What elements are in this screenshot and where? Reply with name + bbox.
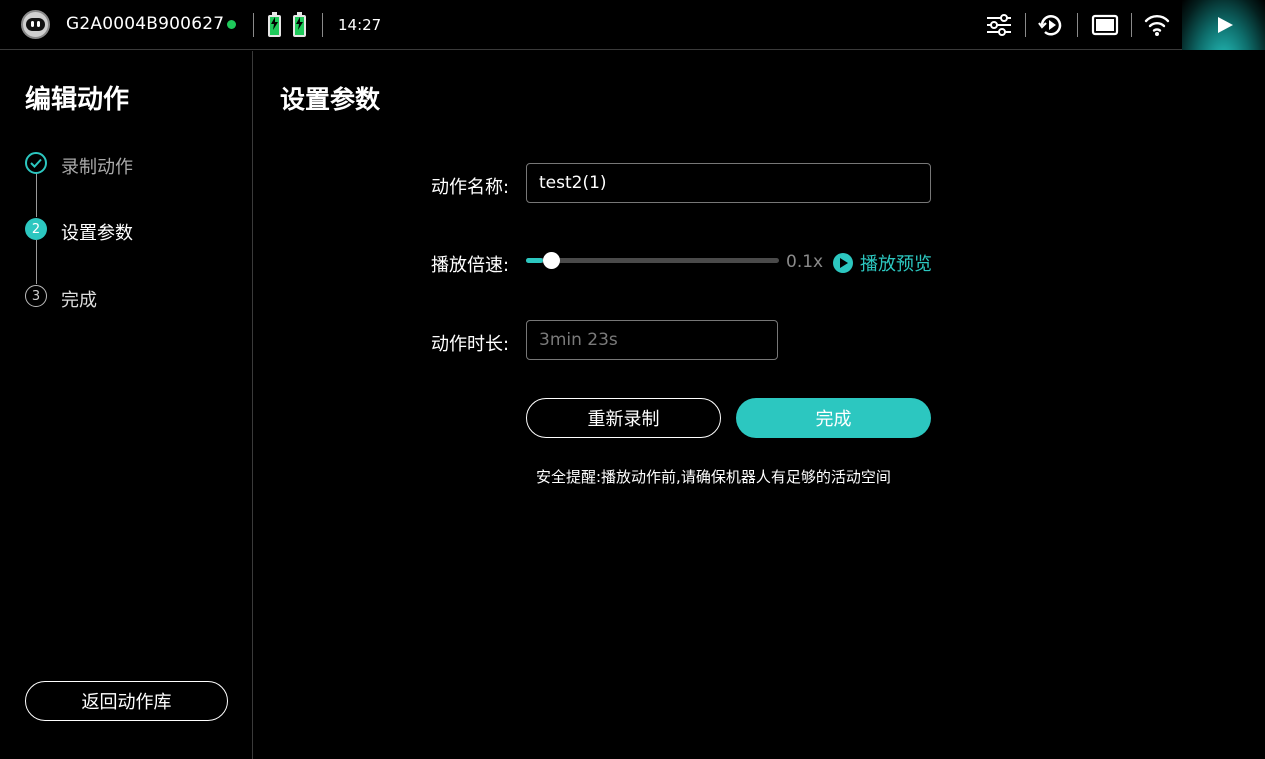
- clock: 14:27: [338, 16, 382, 34]
- play-preview-label: 播放预览: [860, 254, 932, 275]
- sidebar: 编辑动作 录制动作 2 设置参数 3 完成 返回动作库: [0, 51, 253, 759]
- action-duration-label: 动作时长:: [431, 334, 510, 355]
- divider: [1131, 13, 1132, 37]
- rerecord-button[interactable]: 重新录制: [526, 398, 721, 438]
- action-duration-field: [526, 320, 778, 360]
- online-status-dot: [227, 20, 236, 29]
- device-id: G2A0004B900627: [66, 14, 225, 34]
- status-bar: G2A0004B900627 14:27: [0, 0, 1265, 50]
- step-number-active: 2: [25, 218, 47, 240]
- divider: [1025, 13, 1026, 37]
- battery-charging-icon: [293, 12, 306, 37]
- step-label-params: 设置参数: [61, 223, 133, 244]
- wifi-icon[interactable]: [1143, 11, 1171, 39]
- divider: [253, 13, 254, 37]
- divider: [1077, 13, 1078, 37]
- divider: [322, 13, 323, 37]
- robot-avatar-icon[interactable]: [21, 10, 50, 39]
- playback-speed-value: 0.1x: [786, 252, 824, 272]
- safety-note: 安全提醒:播放动作前,请确保机器人有足够的活动空间: [536, 468, 891, 486]
- play-preview-button[interactable]: 播放预览: [833, 250, 932, 276]
- rotate-play-icon[interactable]: [1037, 11, 1065, 39]
- play-icon: [1218, 17, 1233, 33]
- playback-speed-slider[interactable]: [526, 252, 779, 269]
- battery-charging-icon: [268, 12, 281, 37]
- sidebar-title: 编辑动作: [25, 85, 130, 115]
- step-connector: [36, 240, 37, 284]
- play-button[interactable]: [1182, 0, 1265, 50]
- slider-fill: [526, 258, 543, 263]
- screen-icon[interactable]: [1091, 11, 1119, 39]
- step-connector: [36, 173, 37, 217]
- sliders-icon[interactable]: [985, 11, 1013, 39]
- action-name-input[interactable]: [526, 163, 931, 203]
- finish-button[interactable]: 完成: [736, 398, 931, 438]
- step-number-pending: 3: [25, 285, 47, 307]
- step-label-record: 录制动作: [61, 157, 133, 178]
- playback-speed-label: 播放倍速:: [431, 255, 510, 276]
- slider-thumb[interactable]: [543, 252, 560, 269]
- play-circle-icon: [833, 253, 853, 273]
- check-circle-icon: [25, 152, 47, 174]
- step-label-finish: 完成: [61, 290, 97, 311]
- back-to-library-button[interactable]: 返回动作库: [25, 681, 228, 721]
- page-title: 设置参数: [280, 85, 381, 114]
- action-name-label: 动作名称:: [431, 177, 510, 198]
